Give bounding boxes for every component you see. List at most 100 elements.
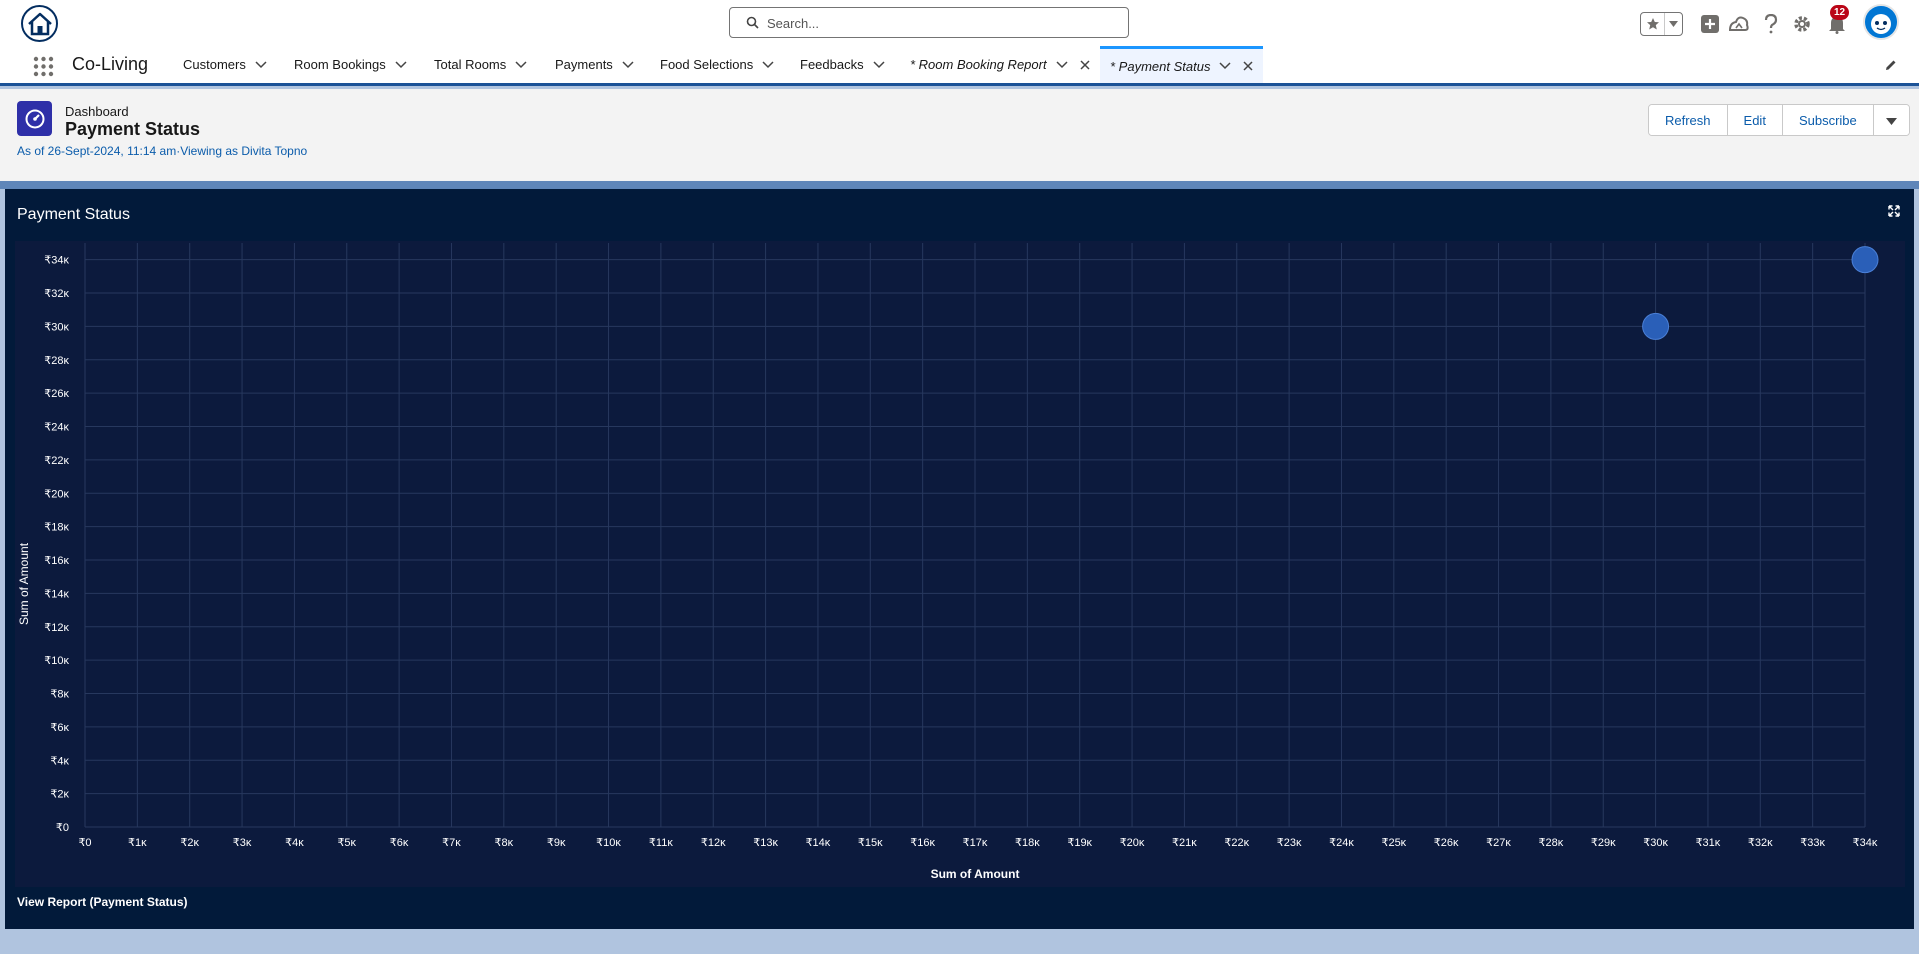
x-tick-label: ₹10ĸ (596, 837, 621, 849)
notification-badge: 12 (1830, 5, 1850, 20)
app-launcher-icon[interactable] (33, 56, 54, 77)
subscribe-button[interactable]: Subscribe (1782, 105, 1874, 135)
home-icon (27, 12, 52, 35)
gear-icon[interactable] (1790, 12, 1814, 36)
nav-item-room-bookings[interactable]: Room Bookings (294, 46, 407, 83)
y-tick-label: ₹22ĸ (44, 455, 69, 467)
help-icon[interactable] (1759, 12, 1783, 36)
favorites-group (1640, 12, 1683, 36)
close-icon[interactable] (1080, 59, 1090, 70)
nav-item-label: Food Selections (660, 57, 754, 72)
y-tick-label: ₹0 (56, 822, 69, 834)
y-tick-label: ₹2ĸ (50, 789, 69, 801)
x-tick-label: ₹23ĸ (1277, 837, 1302, 849)
y-tick-label: ₹34ĸ (44, 255, 69, 267)
decorative-band (0, 181, 1919, 189)
expand-icon[interactable] (1888, 204, 1900, 222)
scatter-point[interactable] (1851, 246, 1879, 274)
x-tick-label: ₹0 (78, 837, 91, 849)
tab-label: * Payment Status (1110, 58, 1211, 74)
nav-item-label: Total Rooms (434, 57, 507, 72)
y-tick-label: ₹28ĸ (44, 355, 69, 367)
x-tick-label: ₹16ĸ (910, 837, 935, 849)
x-tick-label: ₹31ĸ (1696, 837, 1721, 849)
nav-item-total-rooms[interactable]: Total Rooms (434, 46, 527, 83)
y-tick-label: ₹10ĸ (44, 655, 69, 667)
search-icon (746, 16, 759, 34)
x-tick-label: ₹9ĸ (547, 837, 566, 849)
x-tick-label: ₹27ĸ (1486, 837, 1511, 849)
y-tick-label: ₹14ĸ (44, 588, 69, 600)
x-tick-label: ₹26ĸ (1434, 837, 1459, 849)
app-nav-bar: Co-Living Customers Room Bookings Total … (0, 46, 1919, 86)
star-icon[interactable] (1641, 13, 1666, 35)
plot-area (15, 241, 1905, 887)
refresh-button[interactable]: Refresh (1649, 105, 1728, 135)
x-tick-label: ₹12ĸ (701, 837, 726, 849)
view-report-link[interactable]: View Report (Payment Status) (17, 895, 187, 909)
y-tick-label: ₹6ĸ (50, 722, 69, 734)
search-input[interactable] (767, 12, 1117, 34)
x-tick-label: ₹2ĸ (180, 837, 199, 849)
astro-avatar-icon (1865, 6, 1897, 38)
x-axis-label: Sum of Amount (931, 867, 1020, 881)
x-tick-label: ₹33ĸ (1800, 837, 1825, 849)
chevron-down-icon[interactable] (395, 60, 407, 69)
chevron-down-icon[interactable] (515, 60, 527, 69)
nav-item-payments[interactable]: Payments (555, 46, 634, 83)
y-tick-label: ₹32ĸ (44, 288, 69, 300)
x-tick-label: ₹13ĸ (753, 837, 778, 849)
x-tick-label: ₹5ĸ (337, 837, 356, 849)
more-actions-button[interactable] (1873, 105, 1909, 135)
chevron-down-icon[interactable] (1219, 62, 1231, 70)
avatar[interactable] (1863, 4, 1899, 40)
x-tick-label: ₹20ĸ (1120, 837, 1145, 849)
chevron-down-icon[interactable] (1665, 13, 1682, 35)
tab-payment-status[interactable]: * Payment Status (1100, 46, 1264, 83)
x-tick-label: ₹32ĸ (1748, 837, 1773, 849)
dashboard-header: Dashboard Payment Status As of 26-Sept-2… (0, 89, 1919, 181)
page-title: Payment Status (65, 119, 201, 139)
x-tick-label: ₹4ĸ (285, 837, 304, 849)
dashboard-meta: As of 26-Sept-2024, 11:14 am·Viewing as … (17, 144, 308, 158)
close-icon[interactable] (1243, 61, 1253, 71)
chevron-down-icon[interactable] (255, 60, 267, 69)
x-tick-label: ₹8ĸ (495, 837, 514, 849)
y-tick-label: ₹4ĸ (50, 755, 69, 767)
tab-label: * Room Booking Report (910, 57, 1047, 72)
x-tick-label: ₹25ĸ (1381, 837, 1406, 849)
y-tick-label: ₹12ĸ (44, 622, 69, 634)
x-tick-label: ₹14ĸ (806, 837, 831, 849)
chevron-down-icon[interactable] (873, 60, 885, 69)
y-axis-label: Sum of Amount (17, 542, 31, 625)
chevron-down-icon[interactable] (622, 60, 634, 69)
widget-title: Payment Status (17, 206, 130, 223)
tab-room-booking-report[interactable]: * Room Booking Report (910, 46, 1090, 83)
x-tick-label: ₹29ĸ (1591, 837, 1616, 849)
home-logo[interactable] (21, 5, 58, 42)
nav-item-customers[interactable]: Customers (183, 46, 267, 83)
dashboard-actions: Refresh Edit Subscribe (1648, 104, 1910, 136)
scatter-point[interactable] (1642, 312, 1670, 340)
y-tick-label: ₹24ĸ (44, 422, 69, 434)
y-tick-label: ₹8ĸ (50, 689, 69, 701)
chevron-down-icon[interactable] (762, 60, 774, 69)
x-tick-label: ₹17ĸ (963, 837, 988, 849)
edit-button[interactable]: Edit (1727, 105, 1783, 135)
x-tick-label: ₹3ĸ (233, 837, 252, 849)
nav-item-food-selections[interactable]: Food Selections (660, 46, 774, 83)
add-icon[interactable] (1698, 12, 1722, 36)
pencil-icon[interactable] (1884, 58, 1898, 77)
x-tick-label: ₹28ĸ (1539, 837, 1564, 849)
app-name: Co-Living (72, 54, 149, 74)
global-search[interactable] (729, 7, 1129, 38)
bottom-strip (0, 929, 1919, 954)
x-tick-label: ₹34ĸ (1853, 837, 1878, 849)
nav-item-label: Room Bookings (294, 57, 386, 72)
nav-item-feedbacks[interactable]: Feedbacks (800, 46, 885, 83)
chevron-down-icon[interactable] (1056, 60, 1068, 69)
chart-widget: Payment Status ₹0 ₹2ĸ ₹4ĸ ₹6ĸ ₹8ĸ ₹10ĸ ₹12ĸ ₹14… (5, 189, 1914, 929)
dashboard-type-label: Dashboard (65, 104, 129, 119)
x-tick-label: ₹6ĸ (390, 837, 409, 849)
trailhead-icon[interactable] (1727, 12, 1751, 36)
